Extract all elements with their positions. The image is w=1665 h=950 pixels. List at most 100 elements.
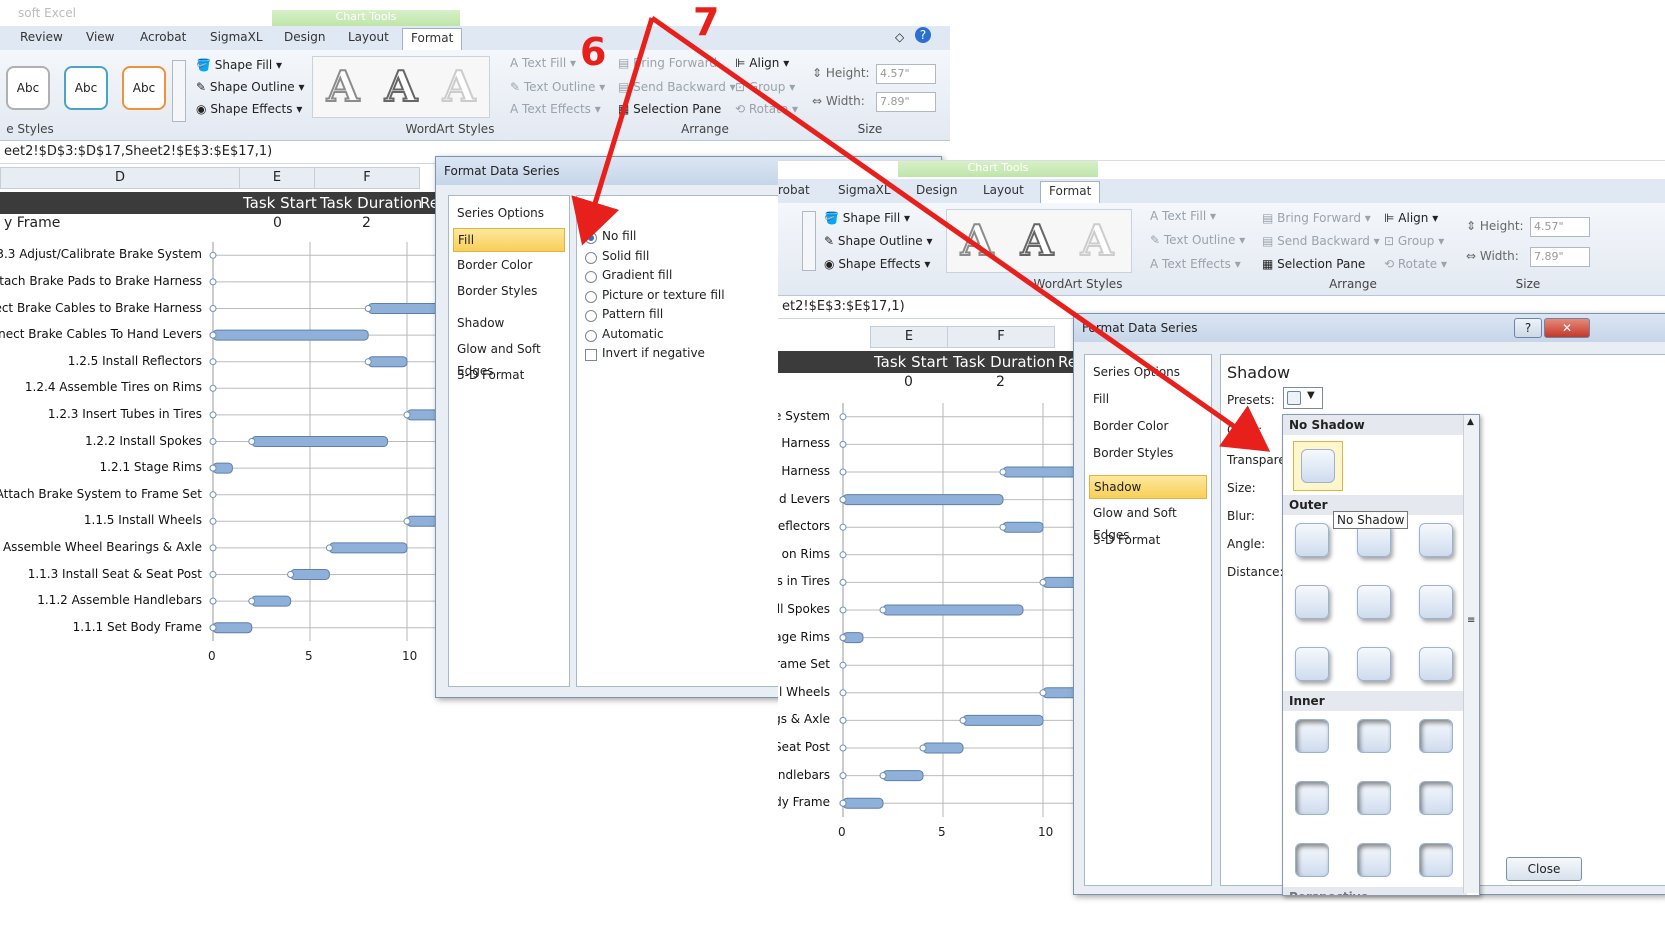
series-handle[interactable] bbox=[839, 578, 847, 586]
text-effects-button-right[interactable]: A Text Effects ▾ bbox=[1150, 257, 1241, 271]
tab-design[interactable]: Design bbox=[284, 30, 325, 44]
outer-shadow-preset[interactable] bbox=[1419, 647, 1453, 681]
duration-bar[interactable] bbox=[962, 714, 1044, 726]
text-effects-button[interactable]: A Text Effects ▾ bbox=[510, 102, 601, 116]
shape-fill-button[interactable]: 🪣 Shape Fill ▾ bbox=[196, 58, 282, 72]
series-handle[interactable] bbox=[839, 744, 847, 752]
series-handle[interactable] bbox=[209, 571, 217, 578]
tab-format[interactable]: Format bbox=[402, 28, 463, 51]
bar-handle[interactable] bbox=[839, 496, 847, 504]
tab-format-right[interactable]: Format bbox=[1040, 181, 1101, 204]
series-handle[interactable] bbox=[209, 491, 217, 499]
picture-texture-fill-radio[interactable] bbox=[585, 290, 597, 303]
text-outline-button-right[interactable]: ✎ Text Outline ▾ bbox=[1150, 233, 1245, 247]
series-handle[interactable] bbox=[839, 413, 847, 421]
minimize-ribbon-icon[interactable]: ◇ bbox=[895, 30, 904, 44]
shape-fill-button-right[interactable]: 🪣 Shape Fill ▾ bbox=[824, 211, 910, 225]
series-handle[interactable] bbox=[209, 251, 217, 259]
wordart-style-3[interactable]: A bbox=[433, 61, 485, 113]
wordart-style-1-right[interactable]: A bbox=[951, 215, 1003, 267]
outer-shadow-preset[interactable] bbox=[1419, 585, 1453, 619]
bar-handle[interactable] bbox=[287, 571, 295, 578]
bar-handle[interactable] bbox=[999, 523, 1007, 531]
wordart-style-3-right[interactable]: A bbox=[1071, 215, 1123, 267]
outer-shadow-preset[interactable] bbox=[1295, 647, 1329, 681]
inner-shadow-preset[interactable] bbox=[1295, 843, 1329, 877]
duration-bar[interactable] bbox=[367, 303, 466, 314]
series-handle[interactable] bbox=[209, 384, 217, 392]
presets-dropdown[interactable]: ▼ bbox=[1283, 387, 1323, 409]
bar-handle[interactable] bbox=[879, 772, 887, 780]
bar-handle[interactable] bbox=[248, 597, 256, 605]
bar-handle[interactable] bbox=[209, 624, 217, 632]
selection-pane-button[interactable]: ▦ Selection Pane bbox=[618, 102, 721, 116]
duration-bar[interactable] bbox=[922, 742, 964, 754]
series-handle[interactable] bbox=[839, 606, 847, 614]
invert-if-negative-checkbox[interactable] bbox=[585, 349, 597, 361]
selection-pane-button-right[interactable]: ▦ Selection Pane bbox=[1262, 257, 1365, 271]
scroll-grip-icon[interactable]: ≡ bbox=[1467, 615, 1475, 626]
category-shadow[interactable]: Shadow bbox=[453, 312, 565, 334]
column-header-e-right[interactable]: E bbox=[870, 326, 948, 348]
series-handle[interactable] bbox=[209, 544, 217, 552]
send-backward-button[interactable]: ▤ Send Backward ▾ bbox=[618, 80, 736, 94]
category-border-color[interactable]: Border Color bbox=[1089, 415, 1207, 437]
height-field[interactable]: 4.57" bbox=[876, 64, 936, 84]
duration-bar[interactable] bbox=[367, 356, 408, 368]
bar-handle[interactable] bbox=[403, 517, 411, 525]
column-header-e[interactable]: E bbox=[239, 167, 315, 189]
gallery-scrollbar[interactable]: ▲ ≡ bbox=[1463, 415, 1479, 893]
inner-shadow-preset[interactable] bbox=[1419, 843, 1453, 877]
shape-style-1[interactable]: Abc bbox=[6, 66, 50, 110]
duration-bar[interactable] bbox=[290, 569, 330, 580]
shape-style-3[interactable]: Abc bbox=[122, 66, 166, 110]
series-handle[interactable] bbox=[839, 772, 847, 780]
wordart-style-1[interactable]: A bbox=[317, 61, 369, 113]
align-button-right[interactable]: ⊫ Align ▾ bbox=[1384, 211, 1438, 225]
send-backward-button-right[interactable]: ▤ Send Backward ▾ bbox=[1262, 234, 1380, 248]
column-header-f-right[interactable]: F bbox=[947, 326, 1055, 348]
bring-forward-button-right[interactable]: ▤ Bring Forward ▾ bbox=[1262, 211, 1371, 225]
text-fill-button-right[interactable]: A Text Fill ▾ bbox=[1150, 209, 1216, 223]
category-border-styles[interactable]: Border Styles bbox=[1089, 442, 1207, 464]
text-outline-button[interactable]: ✎ Text Outline ▾ bbox=[510, 80, 605, 94]
gradient-fill-radio[interactable] bbox=[585, 271, 597, 283]
shape-outline-button[interactable]: ✎ Shape Outline ▾ bbox=[196, 80, 305, 94]
wordart-style-2-right[interactable]: A bbox=[1011, 215, 1063, 267]
tab-layout[interactable]: Layout bbox=[348, 30, 389, 44]
shape-effects-button[interactable]: ◉ Shape Effects ▾ bbox=[196, 102, 302, 116]
duration-bar[interactable] bbox=[328, 542, 408, 554]
category-series-options[interactable]: Series Options bbox=[453, 202, 565, 224]
outer-shadow-preset[interactable] bbox=[1295, 585, 1329, 619]
series-handle[interactable] bbox=[209, 358, 217, 366]
duration-bar[interactable] bbox=[882, 770, 924, 782]
bar-handle[interactable] bbox=[959, 716, 967, 724]
category-fill[interactable]: Fill bbox=[1089, 388, 1207, 410]
bar-handle[interactable] bbox=[839, 799, 847, 807]
tab-sigmaxl-right[interactable]: SigmaXL bbox=[838, 183, 891, 197]
duration-bar[interactable] bbox=[1002, 521, 1044, 533]
series-handle[interactable] bbox=[839, 661, 847, 669]
bar-handle[interactable] bbox=[1039, 578, 1047, 586]
inner-shadow-preset[interactable] bbox=[1295, 719, 1329, 753]
category-glow-soft-edges[interactable]: Glow and Soft Edges bbox=[1089, 502, 1207, 542]
no-fill-radio[interactable] bbox=[585, 232, 597, 244]
no-shadow-preset[interactable] bbox=[1293, 441, 1343, 491]
width-field[interactable]: 7.89" bbox=[876, 92, 936, 112]
bring-forward-button[interactable]: ▤ Bring Forward bbox=[618, 56, 717, 70]
group-button-right[interactable]: ⊡ Group ▾ bbox=[1384, 234, 1444, 248]
scroll-up-icon[interactable]: ▲ bbox=[1467, 417, 1474, 427]
bar-handle[interactable] bbox=[364, 305, 372, 312]
solid-fill-radio[interactable] bbox=[585, 251, 597, 264]
category-glow-soft-edges[interactable]: Glow and Soft Edges bbox=[453, 338, 565, 378]
column-header-d[interactable]: D bbox=[0, 167, 240, 189]
tab-design-right[interactable]: Design bbox=[916, 183, 957, 197]
tab-sigmaxl[interactable]: SigmaXL bbox=[210, 30, 263, 44]
duration-bar[interactable] bbox=[251, 595, 292, 607]
help-icon[interactable]: ? bbox=[915, 27, 931, 43]
bar-handle[interactable] bbox=[839, 634, 847, 642]
bar-handle[interactable] bbox=[1039, 689, 1047, 697]
shape-outline-button-right[interactable]: ✎ Shape Outline ▾ bbox=[824, 234, 933, 248]
duration-bar[interactable] bbox=[212, 622, 253, 634]
duration-bar[interactable] bbox=[212, 329, 369, 341]
